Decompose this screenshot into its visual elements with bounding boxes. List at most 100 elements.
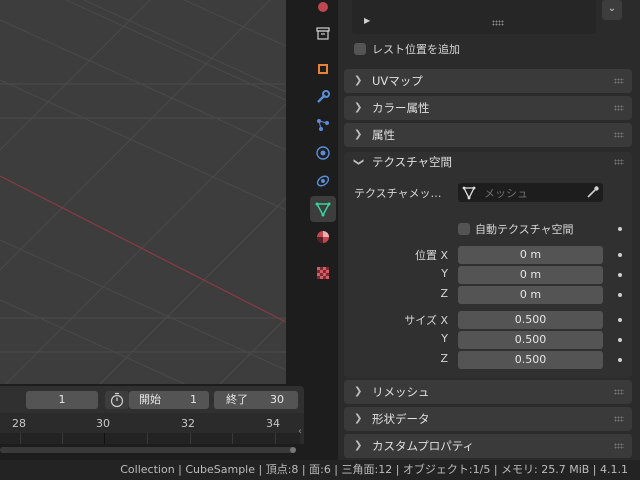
list-resize-grip-icon[interactable] bbox=[492, 20, 504, 26]
timeline-header: 1 開始 1 終了 30 bbox=[0, 386, 304, 413]
current-frame-field[interactable]: 1 bbox=[26, 391, 98, 409]
panel-title: テクスチャ空間 bbox=[372, 155, 453, 169]
start-frame-label: 開始 bbox=[139, 393, 161, 406]
panel-title: 属性 bbox=[372, 128, 395, 142]
tab-texture[interactable] bbox=[310, 260, 336, 286]
drag-grip-icon[interactable] bbox=[614, 105, 624, 111]
drag-grip-icon[interactable] bbox=[614, 132, 624, 138]
panel-color-attributes[interactable]: ❯ カラー属性 bbox=[344, 96, 632, 120]
animate-property-dot[interactable] bbox=[618, 273, 622, 277]
tab-mesh-data[interactable] bbox=[310, 196, 336, 222]
location-y-field[interactable]: 0 m bbox=[458, 266, 603, 284]
timeline-editor[interactable]: 1 開始 1 終了 30 28 30 32 34 ‹ bbox=[0, 384, 308, 460]
status-bar: Collection | CubeSample | 頂点:8 | 面:6 | 三… bbox=[0, 460, 640, 480]
mesh-data-icon bbox=[315, 202, 331, 217]
properties-tab-column bbox=[308, 0, 338, 460]
tab-particles[interactable] bbox=[310, 112, 336, 138]
size-x-field[interactable]: 0.500 bbox=[458, 311, 603, 329]
frame-rate-toggle[interactable] bbox=[105, 391, 129, 409]
frame-number: 30 bbox=[96, 417, 110, 430]
frame-number: 34 bbox=[266, 417, 280, 430]
size-x-label: サイズ X bbox=[374, 312, 448, 328]
particles-icon bbox=[317, 119, 329, 131]
chevron-down-icon[interactable]: ⌄ bbox=[602, 0, 622, 20]
timeline-scrollbar[interactable] bbox=[0, 447, 296, 453]
animate-property-dot[interactable] bbox=[618, 318, 622, 322]
size-y-label: Y bbox=[441, 332, 448, 345]
end-frame-value: 30 bbox=[270, 393, 284, 406]
frame-number: 32 bbox=[181, 417, 195, 430]
area-separator bbox=[286, 0, 308, 384]
auto-texture-space-checkbox[interactable] bbox=[458, 223, 470, 235]
tab-modifiers[interactable] bbox=[310, 84, 336, 110]
drag-grip-icon[interactable] bbox=[614, 159, 624, 165]
chevron-right-icon: ❯ bbox=[354, 386, 363, 397]
location-x-field[interactable]: 0 m bbox=[458, 246, 603, 264]
chevron-down-icon: ❯ bbox=[353, 157, 365, 167]
panel-shape-data[interactable]: ❯ 形状データ bbox=[344, 407, 632, 431]
timeline-frame-area[interactable]: 28 30 32 34 bbox=[0, 413, 304, 444]
checkerboard-texture-icon bbox=[317, 267, 329, 279]
location-z-label: Z bbox=[440, 287, 448, 300]
drag-grip-icon[interactable] bbox=[614, 78, 624, 84]
panel-title: UVマップ bbox=[372, 74, 423, 88]
panel-texture-space[interactable]: ❯ テクスチャ空間 bbox=[344, 150, 632, 174]
tab-object[interactable] bbox=[310, 56, 336, 82]
tab-render[interactable] bbox=[310, 0, 336, 20]
drag-grip-icon[interactable] bbox=[614, 389, 624, 395]
archive-icon bbox=[316, 27, 330, 40]
tab-material[interactable] bbox=[310, 224, 336, 250]
animate-property-dot[interactable] bbox=[618, 293, 622, 297]
chevron-right-icon: ❯ bbox=[354, 413, 363, 424]
location-y-label: Y bbox=[441, 267, 448, 280]
animate-property-dot[interactable] bbox=[618, 227, 622, 231]
start-frame-field[interactable]: 開始 1 bbox=[129, 391, 209, 409]
chevron-left-icon[interactable]: ‹ bbox=[298, 426, 302, 437]
timeline-ruler bbox=[0, 433, 300, 444]
wrench-icon bbox=[317, 90, 330, 103]
properties-editor[interactable]: ▶ ⌄ レスト位置を追加 ❯ UVマップ ❯ カラー属性 ❯ 属性 ❯ テクスチ… bbox=[338, 0, 640, 460]
eyedropper-icon[interactable] bbox=[586, 185, 600, 199]
physics-icon bbox=[316, 146, 330, 160]
end-frame-label: 終了 bbox=[226, 393, 248, 406]
auto-texture-space-label: 自動テクスチャ空間 bbox=[475, 223, 574, 236]
texture-mesh-field[interactable]: メッシュ bbox=[458, 183, 603, 202]
drag-grip-icon[interactable] bbox=[614, 443, 624, 449]
scene-statistics: Collection | CubeSample | 頂点:8 | 面:6 | 三… bbox=[120, 463, 628, 476]
end-frame-field[interactable]: 終了 30 bbox=[214, 391, 298, 409]
panel-uv-maps[interactable]: ❯ UVマップ bbox=[344, 69, 632, 93]
scrollbar-handle[interactable] bbox=[290, 447, 296, 453]
axis-label: X bbox=[440, 249, 448, 262]
render-icon bbox=[318, 2, 328, 12]
frame-number: 28 bbox=[12, 417, 26, 430]
size-z-field[interactable]: 0.500 bbox=[458, 351, 603, 369]
shape-key-list[interactable]: ▶ bbox=[352, 0, 596, 34]
panel-custom-properties[interactable]: ❯ カスタムプロパティ bbox=[344, 434, 632, 458]
location-x-label: 位置 X bbox=[384, 247, 448, 263]
size-z-label: Z bbox=[440, 352, 448, 365]
location-z-field[interactable]: 0 m bbox=[458, 286, 603, 304]
size-y-field[interactable]: 0.500 bbox=[458, 331, 603, 349]
texture-mesh-placeholder: メッシュ bbox=[484, 187, 528, 200]
texture-mesh-label: テクスチャメッ… bbox=[354, 187, 442, 200]
animate-property-dot[interactable] bbox=[618, 253, 622, 257]
panel-title: リメッシュ bbox=[372, 385, 430, 399]
tab-physics[interactable] bbox=[310, 140, 336, 166]
panel-attributes[interactable]: ❯ 属性 bbox=[344, 123, 632, 147]
animate-property-dot[interactable] bbox=[618, 358, 622, 362]
add-rest-position-label: レスト位置を追加 bbox=[372, 43, 460, 56]
expand-triangle-icon[interactable]: ▶ bbox=[364, 16, 370, 25]
3d-viewport[interactable] bbox=[0, 0, 286, 384]
chevron-right-icon: ❯ bbox=[354, 129, 363, 140]
drag-grip-icon[interactable] bbox=[614, 416, 624, 422]
panel-title: カラー属性 bbox=[372, 101, 430, 115]
panel-title: 形状データ bbox=[372, 412, 430, 426]
tab-constraints[interactable] bbox=[310, 168, 336, 194]
mesh-data-icon bbox=[462, 186, 476, 200]
tab-scene-collection[interactable] bbox=[310, 20, 336, 46]
material-icon bbox=[317, 231, 329, 243]
panel-texture-space-body: ❯ テクスチャ空間 テクスチャメッ… メッシュ 自動テクスチャ空間 位置 X 0… bbox=[344, 152, 632, 378]
panel-remesh[interactable]: ❯ リメッシュ bbox=[344, 380, 632, 404]
add-rest-position-checkbox[interactable] bbox=[354, 43, 366, 55]
animate-property-dot[interactable] bbox=[618, 338, 622, 342]
